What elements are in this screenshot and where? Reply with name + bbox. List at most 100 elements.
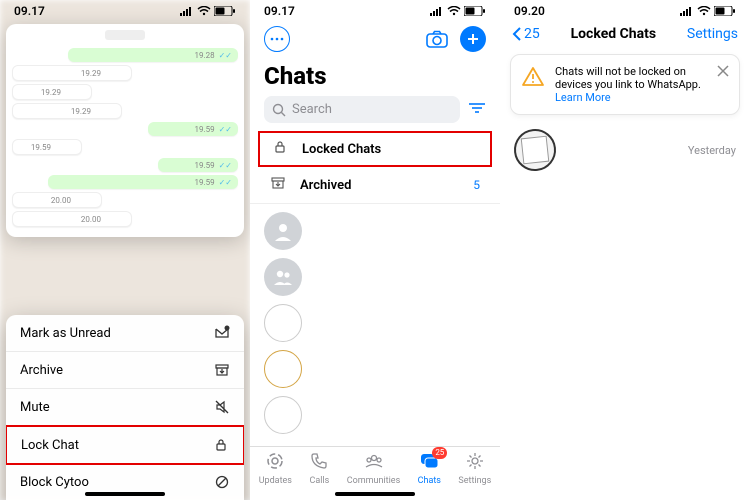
- chats-icon: 25: [419, 451, 439, 474]
- more-button[interactable]: [264, 26, 290, 52]
- learn-more-link[interactable]: Learn More: [555, 91, 611, 104]
- status-icons: [680, 6, 736, 16]
- incoming-message[interactable]: 19.29: [12, 65, 132, 81]
- incoming-message[interactable]: 19.29: [12, 103, 122, 119]
- signal-icon: [430, 6, 444, 16]
- page-title: Locked Chats: [571, 26, 656, 42]
- mute-label: Mute: [20, 400, 50, 415]
- outgoing-message[interactable]: 19.59 ✓✓: [158, 158, 238, 172]
- incoming-message[interactable]: 19.59: [12, 139, 82, 155]
- battery-icon: [214, 6, 236, 16]
- lock-icon: [213, 437, 229, 453]
- chat-row[interactable]: [250, 254, 500, 300]
- incoming-message[interactable]: 20.00: [12, 211, 132, 227]
- search-input[interactable]: Search: [264, 96, 460, 123]
- tab-label: Communities: [347, 476, 400, 486]
- message-time: 19.59: [195, 178, 215, 187]
- warning-icon: [521, 65, 545, 89]
- filter-icon[interactable]: [468, 101, 486, 118]
- notice-text: Chats will not be locked on devices you …: [555, 65, 701, 91]
- home-indicator[interactable]: [335, 492, 415, 496]
- camera-button[interactable]: [424, 26, 450, 52]
- home-indicator[interactable]: [85, 492, 165, 496]
- chat-row[interactable]: [250, 208, 500, 254]
- tab-label: Settings: [458, 476, 491, 486]
- tab-communities[interactable]: Communities: [347, 451, 400, 486]
- message-time: 19.59: [195, 125, 215, 134]
- chat-preview-card[interactable]: 19.28 ✓✓19.2919.2919.2919.59 ✓✓19.5919.5…: [6, 24, 244, 237]
- tab-updates[interactable]: Updates: [259, 451, 292, 486]
- status-icons: [180, 6, 236, 16]
- archive-item[interactable]: Archive: [6, 352, 244, 389]
- avatar: [264, 396, 302, 434]
- mute-icon: [214, 399, 230, 415]
- status-time: 09.20: [514, 4, 545, 18]
- battery-icon: [714, 6, 736, 16]
- archived-label: Archived: [300, 178, 459, 193]
- status-bar: 09.20: [500, 0, 750, 20]
- notice-banner: Chats will not be locked on devices you …: [510, 54, 740, 115]
- wifi-icon: [197, 6, 211, 16]
- close-icon[interactable]: [717, 65, 729, 80]
- chat-row[interactable]: [250, 300, 500, 346]
- page-title: Chats: [250, 56, 500, 96]
- archive-icon: [270, 175, 286, 195]
- lock-icon: [272, 139, 288, 159]
- archive-label: Archive: [20, 363, 63, 378]
- avatar: [264, 304, 302, 342]
- tab-settings[interactable]: Settings: [458, 451, 491, 486]
- locked-chats-row[interactable]: Locked Chats: [258, 131, 492, 167]
- signal-icon: [180, 6, 194, 16]
- status-icons: [430, 6, 486, 16]
- tab-label: Calls: [309, 476, 329, 486]
- chat-row[interactable]: [250, 392, 500, 438]
- search-placeholder: Search: [292, 102, 332, 117]
- locked-chats-label: Locked Chats: [302, 142, 478, 157]
- read-ticks-icon: ✓✓: [217, 125, 232, 134]
- chat-timestamp: Yesterday: [688, 144, 736, 157]
- back-button[interactable]: 25: [512, 26, 540, 42]
- block-label: Block Cytoo: [20, 475, 89, 490]
- incoming-message[interactable]: 20.00: [12, 192, 102, 208]
- read-ticks-icon: ✓✓: [217, 51, 232, 60]
- signal-icon: [680, 6, 694, 16]
- read-ticks-icon: ✓✓: [217, 178, 232, 187]
- outgoing-message[interactable]: 19.28 ✓✓: [68, 48, 238, 62]
- message-time: 20.00: [81, 215, 101, 224]
- status-bar: 09.17: [250, 0, 500, 20]
- block-icon: [214, 474, 230, 490]
- lock-chat-item[interactable]: Lock Chat: [6, 425, 244, 465]
- avatar: [264, 350, 302, 388]
- mark-unread-label: Mark as Unread: [20, 326, 111, 341]
- locked-chat-row[interactable]: Yesterday: [514, 129, 736, 171]
- group-avatar: [264, 258, 302, 296]
- read-ticks-icon: ✓✓: [217, 161, 232, 170]
- status-time: 09.17: [264, 4, 295, 18]
- outgoing-message[interactable]: 19.59 ✓✓: [148, 122, 238, 136]
- tab-label: Updates: [259, 476, 292, 486]
- mute-item[interactable]: Mute: [6, 389, 244, 426]
- back-count: 25: [524, 26, 540, 42]
- contact-name-redacted: [105, 30, 145, 40]
- archive-icon: [214, 362, 230, 378]
- wifi-icon: [697, 6, 711, 16]
- context-menu: Mark as Unread Archive Mute Lock Chat Bl…: [6, 315, 244, 500]
- message-time: 19.59: [31, 143, 51, 152]
- tab-calls[interactable]: Calls: [309, 451, 329, 486]
- avatar: [264, 212, 302, 250]
- tab-label: Chats: [418, 476, 441, 486]
- incoming-message[interactable]: 19.29: [12, 84, 92, 100]
- outgoing-message[interactable]: 19.59 ✓✓: [48, 175, 238, 189]
- archived-count: 5: [473, 178, 480, 192]
- mark-unread-item[interactable]: Mark as Unread: [6, 315, 244, 352]
- archived-row[interactable]: Archived 5: [250, 167, 500, 204]
- chat-row[interactable]: [250, 346, 500, 392]
- settings-link[interactable]: Settings: [687, 26, 738, 42]
- chevron-left-icon: [512, 26, 522, 42]
- message-time: 19.29: [81, 69, 101, 78]
- tab-chats[interactable]: 25 Chats: [418, 451, 441, 486]
- compose-button[interactable]: [460, 26, 486, 52]
- chats-badge: 25: [432, 447, 447, 459]
- unread-icon: [214, 325, 230, 341]
- message-time: 20.00: [51, 196, 71, 205]
